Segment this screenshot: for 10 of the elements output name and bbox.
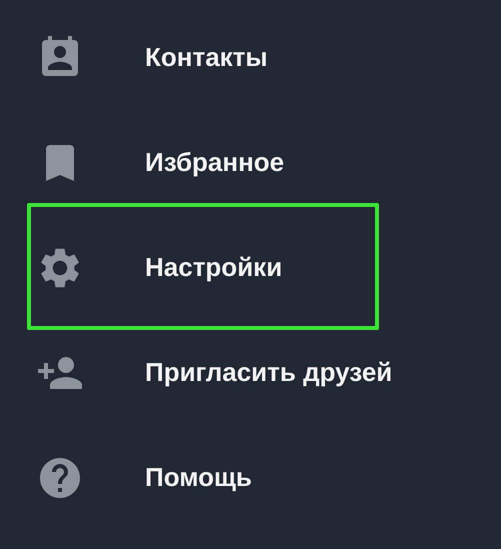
menu-item-label: Контакты	[145, 41, 268, 74]
menu-item[interactable]: Избранное	[0, 110, 501, 215]
menu-item-label: Пригласить друзей	[145, 356, 392, 389]
menu-item[interactable]: Помощь	[0, 425, 501, 530]
menu-item[interactable]: Настройки	[0, 215, 501, 320]
menu-item[interactable]: Пригласить друзей	[0, 320, 501, 425]
menu-item[interactable]: Контакты	[0, 5, 501, 110]
menu-item-label: Настройки	[145, 251, 282, 284]
menu-item-label: Помощь	[145, 461, 252, 494]
menu-item-label: Избранное	[145, 146, 284, 179]
